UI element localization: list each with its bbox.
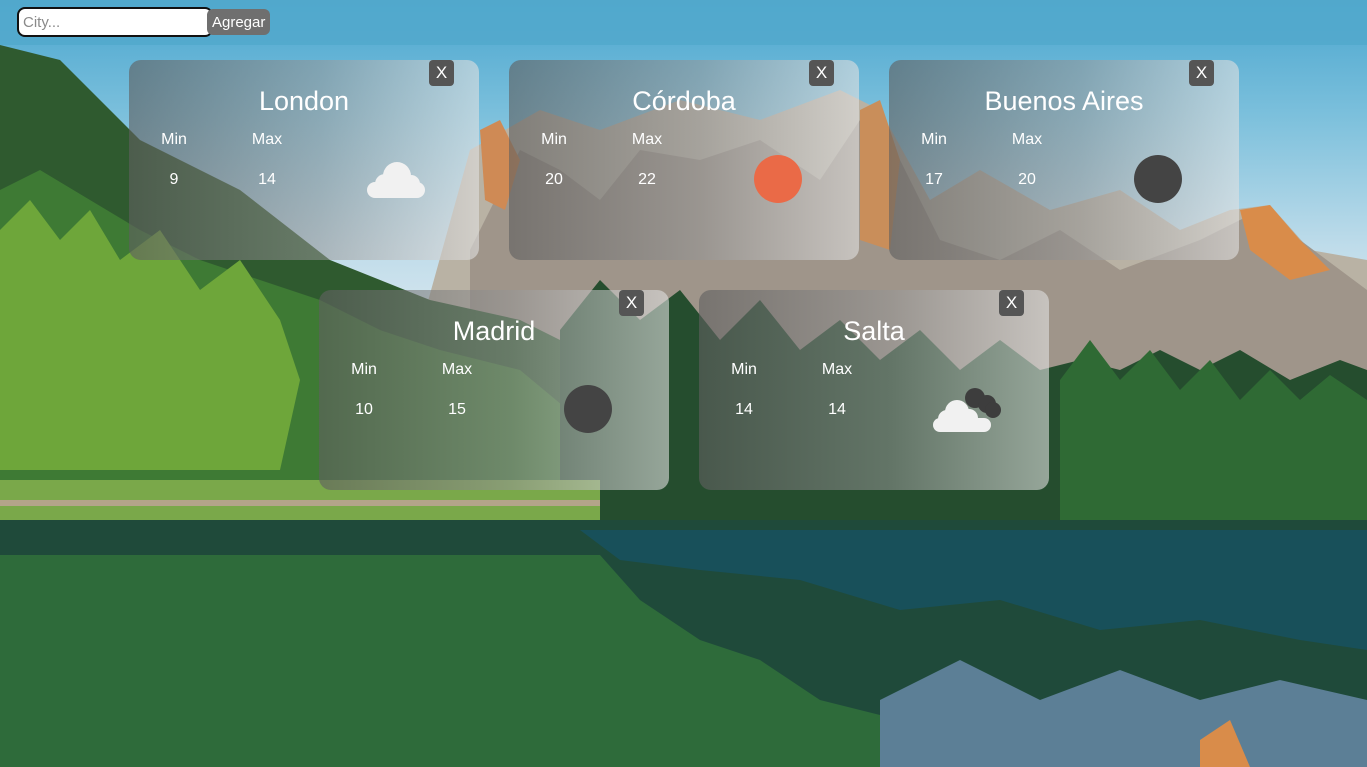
- min-label: Min: [351, 361, 377, 378]
- city-name: Córdoba: [632, 86, 736, 116]
- max-temp-value: 14: [828, 401, 846, 418]
- max-label: Max: [1011, 131, 1043, 148]
- cloud-icon: [367, 162, 425, 198]
- city-name: Salta: [843, 316, 905, 346]
- close-card-button[interactable]: X: [429, 60, 454, 86]
- min-temp-value: 20: [545, 171, 563, 188]
- max-temp-value: 14: [258, 171, 276, 188]
- min-label: Min: [731, 361, 757, 378]
- city-card: X Salta Min Max 14 14: [699, 290, 1049, 490]
- city-card: X Córdoba Min Max 20 22: [509, 60, 859, 260]
- max-label: Max: [251, 131, 283, 148]
- min-temp-value: 9: [169, 171, 179, 188]
- min-label: Min: [161, 131, 187, 148]
- max-label: Max: [441, 361, 473, 378]
- city-name: Madrid: [452, 316, 536, 346]
- min-temp-value: 17: [925, 171, 943, 188]
- min-temp-value: 10: [355, 401, 373, 418]
- moon-icon: [1134, 155, 1182, 203]
- max-label: Max: [631, 131, 663, 148]
- min-temp-value: 14: [735, 401, 753, 418]
- max-temp-value: 20: [1018, 171, 1036, 188]
- top-bar: Agregar: [0, 0, 1367, 45]
- close-card-button[interactable]: X: [809, 60, 834, 86]
- city-name: Buenos Aires: [984, 86, 1144, 116]
- min-label: Min: [921, 131, 947, 148]
- close-card-button[interactable]: X: [619, 290, 644, 316]
- city-card: X London Min Max 9 14: [129, 60, 479, 260]
- clouds-icon: [933, 388, 1001, 432]
- max-label: Max: [821, 361, 853, 378]
- city-search-input[interactable]: [17, 7, 213, 37]
- city-name: London: [258, 86, 350, 116]
- moon-icon: [564, 385, 612, 433]
- add-city-button[interactable]: Agregar: [207, 9, 271, 35]
- city-card: X Madrid Min Max 10 15: [319, 290, 669, 490]
- sun-icon: [754, 155, 802, 203]
- city-card: X Buenos Aires Min Max 17 20: [889, 60, 1239, 260]
- close-card-button[interactable]: X: [1189, 60, 1214, 86]
- max-temp-value: 22: [638, 171, 656, 188]
- close-card-button[interactable]: X: [999, 290, 1024, 316]
- max-temp-value: 15: [448, 401, 466, 418]
- min-label: Min: [541, 131, 567, 148]
